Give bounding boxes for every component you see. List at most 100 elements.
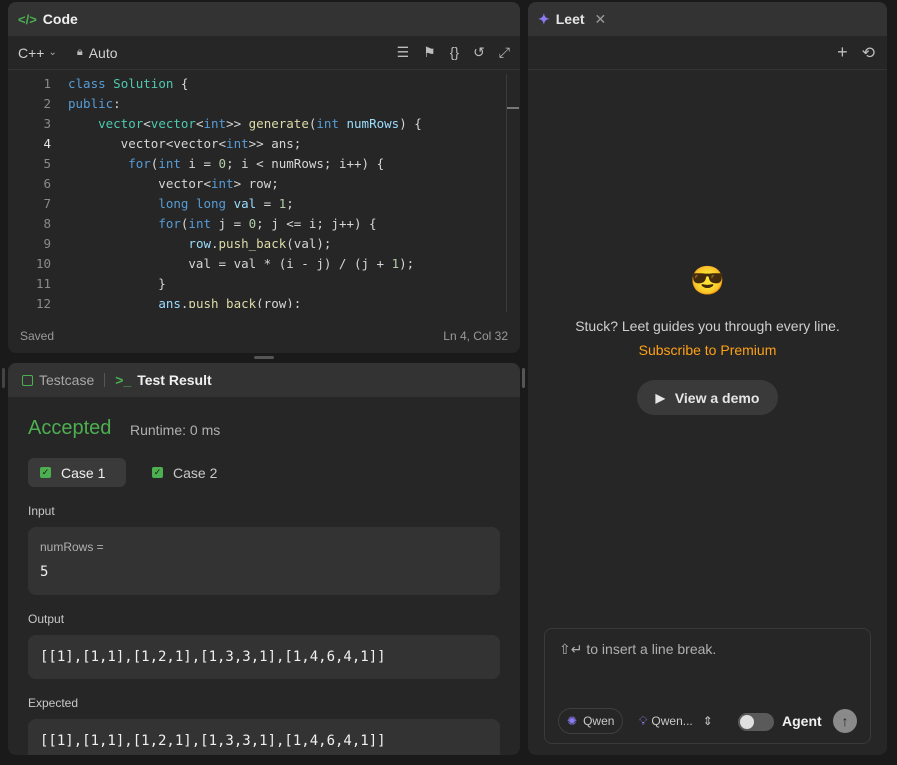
agent-toggle[interactable] [738,713,774,731]
editor-statusbar: Saved Ln 4, Col 32 [8,319,520,353]
check-icon: ✓ [40,467,51,478]
leet-toolbar: + ⟲ [528,36,887,70]
language-select[interactable]: C++ ⌄ [18,45,57,61]
code-toolbar: C++ ⌄ 🔒︎ Auto ☰ ⚑ {} ↺ ⤢ [8,36,520,70]
code-text: for(int j = 0; j <= i; j++) { [158,216,377,231]
sparkle-icon: ✦ [538,10,550,27]
lightbulb-icon: 💡︎ [639,713,648,728]
plus-icon[interactable]: + [837,42,848,63]
model-select[interactable]: 💡︎ Qwen... ⇕ [639,708,713,734]
code-icon: </> [18,11,37,27]
case-2-label: Case 2 [173,464,218,481]
code-line[interactable]: 11 } [8,274,520,294]
updown-chevron-icon: ⇕ [702,714,713,728]
line-number: 1 [43,76,51,91]
case-1-button[interactable]: ✓ Case 1 [28,458,126,487]
chevron-down-icon: ⌄ [48,47,57,58]
code-line[interactable]: 12 ans.push_back(row); [8,294,520,308]
code-line[interactable]: 2 public: [8,94,520,114]
expected-value: [[1],[1,1],[1,2,1],[1,3,3,1],[1,4,6,4,1]… [28,719,500,755]
vertical-resize-handle[interactable] [522,368,525,388]
arrow-up-icon: ↑ [841,713,849,729]
code-line[interactable]: 7 long long val = 1; [8,194,520,214]
close-icon[interactable]: ✕ [595,11,607,28]
code-line[interactable]: 6 vector<int> row; [8,174,520,194]
provider-select[interactable]: ✺ Qwen [558,708,624,734]
line-number: 3 [43,116,51,131]
case-1-label: Case 1 [61,464,106,481]
history-icon[interactable]: ⟲ [862,43,875,63]
line-number: 6 [43,176,51,191]
reset-icon[interactable]: ↺ [473,44,485,61]
code-text: for(int i = 0; i < numRows; i++) { [128,156,385,171]
view-demo-button[interactable]: ▶ View a demo [637,380,778,415]
subscribe-link[interactable]: Subscribe to Premium [528,342,887,358]
code-text: vector<vector<int>> generate(int numRows… [98,116,422,131]
code-line[interactable]: 3 vector<vector<int>> generate(int numRo… [8,114,520,134]
tab-testcase-label: Testcase [39,372,95,388]
code-panel: </> Code C++ ⌄ 🔒︎ Auto ☰ ⚑ {} ↺ ⤢ 1 class… [8,2,520,353]
qwen-logo-icon: ✺ [567,714,578,728]
code-text: ans.push_back(row); [158,296,302,308]
code-line[interactable]: 4 vector<vector<int>> ans; [8,134,520,154]
cursor-position: Ln 4, Col 32 [443,329,508,343]
line-number: 7 [43,196,51,211]
code-text: class Solution { [68,76,189,91]
tab-test-result-label: Test Result [137,372,212,388]
leet-tab[interactable]: ✦ Leet ✕ [528,2,887,36]
code-text: val = val * (i - j) / (j + 1); [68,256,415,271]
code-line[interactable]: 8 for(int j = 0; j <= i; j++) { [8,214,520,234]
braces-icon[interactable]: {} [450,44,459,61]
input-label: Input [28,504,55,518]
tab-separator [104,373,106,387]
tab-testcase[interactable]: Testcase [22,372,94,388]
code-line[interactable]: 1 class Solution { [8,74,520,94]
leet-title: Leet [555,11,585,27]
sunglasses-emoji: 😎 [690,265,725,296]
code-text: } [68,276,166,291]
verdict-label: Accepted [28,417,112,439]
output-label: Output [28,612,65,626]
runtime-label: Runtime: 0 ms [130,422,221,438]
language-label: C++ [18,44,45,61]
mode-select[interactable]: 🔒︎ Auto [77,45,118,61]
terminal-icon: >_ [115,372,132,388]
line-number: 4 [43,136,51,151]
code-line[interactable]: 5 for(int i = 0; i < numRows; i++) { [8,154,520,174]
model-label: Qwen... [651,714,693,728]
code-text: long long val = 1; [158,196,294,211]
tab-test-result[interactable]: >_ Test Result [115,372,211,388]
input-value: 5 [40,564,49,580]
chat-input-box[interactable]: ⇧↵ to insert a line break. ✺ Qwen 💡︎ Qwe… [544,628,871,744]
case-2-button[interactable]: ✓ Case 2 [140,458,238,487]
output-value: [[1],[1,1],[1,2,1],[1,3,3,1],[1,4,6,4,1]… [28,635,500,679]
send-button[interactable]: ↑ [833,709,857,733]
agent-label: Agent [782,713,822,729]
code-text: vector<vector<int>> ans; [68,136,302,151]
code-line[interactable]: 10 val = val * (i - j) / (j + 1); [8,254,520,274]
editor-divider [506,74,507,312]
code-title: Code [42,11,78,27]
expected-label: Expected [28,696,79,710]
horizontal-resize-handle[interactable] [254,356,274,359]
code-titlebar: </> Code [8,2,520,36]
format-icon[interactable]: ☰ [397,44,410,61]
check-icon: ✓ [152,467,163,478]
save-status: Saved [20,329,55,343]
leet-panel: ✦ Leet ✕ + ⟲ 😎 Stuck? Leet guides you th… [528,2,887,755]
line-number: 8 [43,216,51,231]
bookmark-icon[interactable]: ⚑ [423,44,436,61]
code-editor[interactable]: 1 class Solution {2 public: 3 vector<vector… [8,70,520,308]
lock-icon: 🔒︎ [76,46,83,58]
test-panel: Testcase >_ Test Result Accepted Runtime… [8,363,520,755]
chat-input[interactable]: ⇧↵ to insert a line break. [559,641,716,658]
provider-label: Qwen [583,714,615,728]
expand-icon[interactable]: ⤢ [499,44,510,61]
input-var-name: numRows = [40,540,104,554]
code-line[interactable]: 9 row.push_back(val); [8,234,520,254]
left-resize-handle[interactable] [2,368,5,388]
line-number: 9 [43,236,51,251]
toggle-knob [740,715,754,729]
scroll-marker [507,107,519,109]
line-number: 11 [35,276,51,291]
